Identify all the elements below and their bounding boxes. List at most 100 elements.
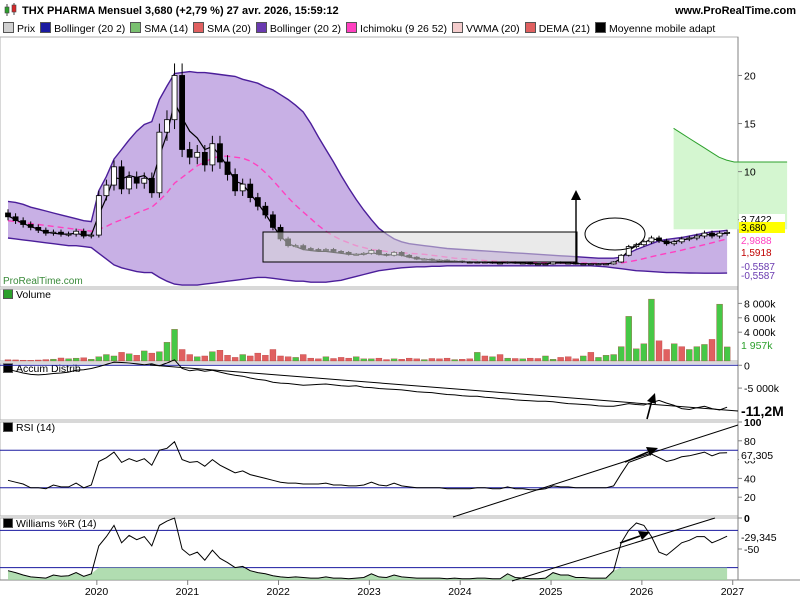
volume-bar [542, 355, 549, 362]
williams-ytick-label: 0 [744, 513, 750, 525]
volume-bar [57, 357, 65, 362]
volume-bar [163, 342, 171, 362]
candle-body [35, 226, 42, 231]
volume-bar [186, 354, 193, 362]
candle-body [640, 241, 647, 246]
volume-bar [216, 350, 224, 362]
candle-body [686, 237, 693, 240]
consolidation-box [262, 231, 578, 263]
candle-body [595, 263, 602, 266]
volume-bar [277, 355, 284, 362]
rsi-line [7, 440, 728, 491]
candle-body [171, 75, 178, 121]
volume-bar [375, 357, 383, 362]
volume-bar [557, 357, 564, 362]
accum-line [7, 359, 728, 411]
candle-body [95, 195, 102, 236]
volume-bar [125, 353, 133, 362]
breakout-arrowhead [571, 190, 581, 200]
price-ytick-label: 15 [744, 119, 756, 131]
candle-body [663, 240, 670, 245]
rsi-ytick-label: 20 [744, 492, 756, 504]
volume-bar [19, 359, 27, 362]
candle-body [164, 119, 170, 133]
candle-body [73, 230, 80, 235]
volume-bar [580, 355, 587, 362]
volume-bar [65, 358, 72, 362]
candle-body [247, 183, 254, 198]
candle-body [527, 262, 534, 265]
volume-bar [534, 358, 542, 362]
volume-bar [625, 316, 632, 362]
candle-body [133, 176, 140, 184]
panel-frame-rsi [0, 421, 739, 517]
volume-bar [178, 349, 186, 362]
year-tick-label: 2027 [721, 586, 745, 598]
volume-bar [633, 348, 640, 362]
rsi-ytick-label: 40 [744, 473, 756, 485]
candle-body [603, 263, 609, 266]
candle-body [701, 232, 708, 237]
candle-body [542, 263, 549, 266]
candle-body [80, 230, 87, 237]
volume-bar [330, 358, 337, 362]
candle-body [572, 262, 579, 265]
volume-bar [648, 298, 655, 362]
volume-bar [88, 359, 95, 362]
volume-ytick-label: 6 000k [744, 313, 776, 325]
candle-body [709, 232, 715, 237]
candle-body [217, 143, 223, 163]
rsi-ytick-label: 80 [744, 436, 756, 448]
volume-bar [693, 346, 701, 362]
volume-bar [549, 359, 557, 362]
volume-bar [390, 358, 398, 362]
volume-bar [640, 343, 648, 362]
candle-body [12, 216, 19, 222]
volume-bar [224, 355, 231, 362]
candle-body [587, 263, 594, 266]
volume-ytick-label: 4 000k [744, 327, 776, 339]
volume-bar [209, 351, 216, 362]
candle-body [20, 220, 27, 225]
candle-body [671, 241, 678, 245]
candle-body [42, 229, 49, 234]
year-tick-label: 2020 [85, 586, 109, 598]
watermark: ProRealTime.com [3, 276, 83, 287]
price-value-tag: 1,5918 [741, 248, 772, 259]
volume-bar [595, 357, 602, 362]
price-ytick-label: 10 [744, 167, 756, 179]
candle-body [232, 174, 239, 192]
volume-bar [12, 359, 19, 362]
year-tick-label: 2026 [630, 586, 654, 598]
volume-bar [489, 356, 496, 362]
rsi-value-tag: 67,305 [741, 450, 773, 462]
candle-body [519, 262, 526, 265]
candle-body [111, 166, 117, 186]
candle-body [254, 197, 261, 207]
candle-body [194, 151, 201, 158]
candle-body [27, 224, 34, 228]
volume-bar [171, 329, 178, 362]
volume-bar [474, 352, 481, 362]
williams-oversold-fill [8, 567, 728, 580]
williams-value-tag: -29,345 [741, 532, 777, 544]
volume-bar [315, 358, 322, 362]
candle-body [141, 177, 148, 184]
volume-bar [655, 340, 663, 362]
volume-bar [254, 352, 261, 362]
volume-value-tag: 1 957k [741, 340, 773, 352]
price-value-tag: -0,5587 [741, 271, 775, 282]
volume-bar [300, 354, 307, 362]
year-tick-label: 2023 [357, 586, 381, 598]
volume-bar [231, 357, 239, 362]
volume-bar [701, 344, 708, 362]
candle-body [156, 131, 163, 194]
chart-canvas[interactable]: 20151053,74223,6802,98881,5918-0,5587-0,… [0, 0, 800, 600]
volume-bar [110, 355, 118, 362]
volume-bar [383, 359, 390, 362]
volume-bar [103, 354, 110, 362]
volume-bar [148, 352, 155, 362]
volume-bar [610, 354, 617, 362]
volume-bar [360, 358, 367, 362]
volume-bar [512, 358, 519, 362]
